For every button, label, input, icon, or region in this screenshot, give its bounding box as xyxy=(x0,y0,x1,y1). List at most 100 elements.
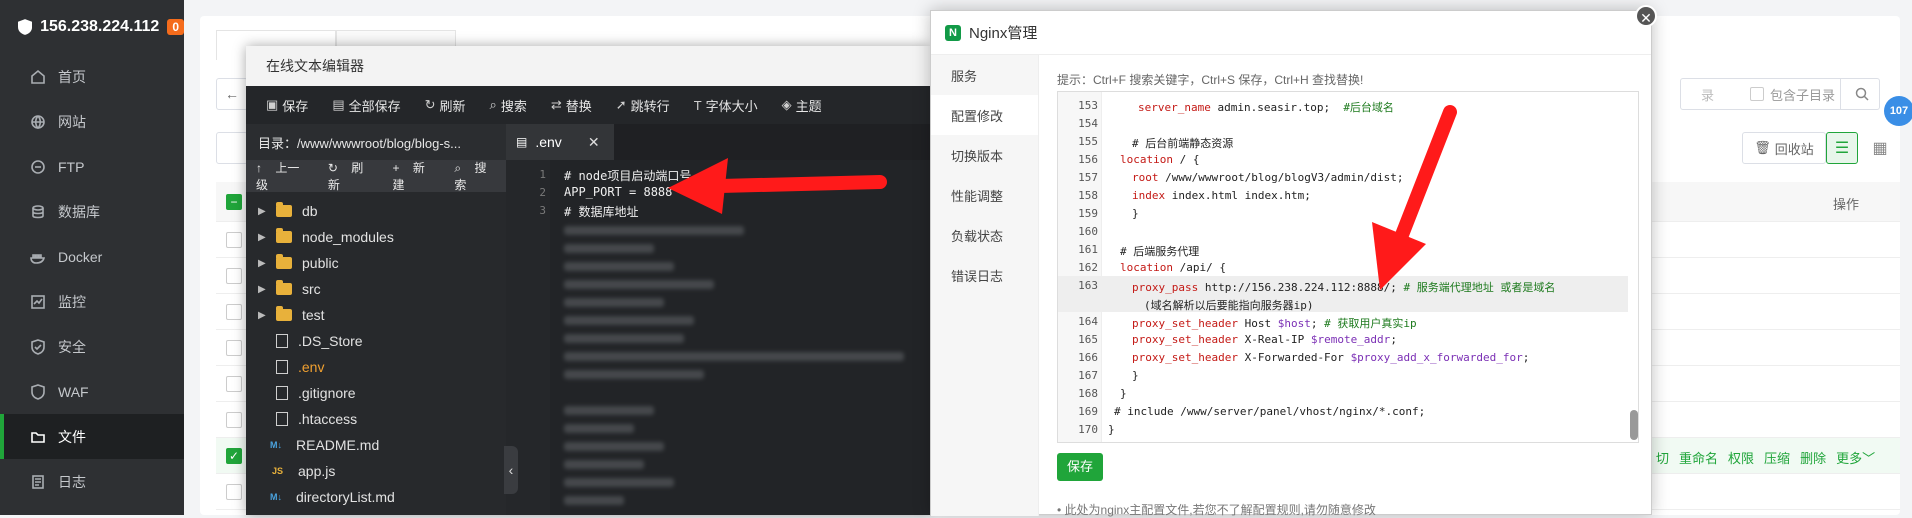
save-button[interactable]: ▣ 保存 xyxy=(266,96,308,115)
code-line: 168} xyxy=(1078,387,1127,400)
tree-search-button[interactable]: ⌕ 搜索 xyxy=(454,159,500,193)
row-checkbox[interactable] xyxy=(226,484,242,500)
row-checkbox[interactable] xyxy=(226,340,242,356)
cut-action[interactable]: 切 xyxy=(1656,448,1669,467)
folder-icon xyxy=(276,280,292,295)
blurred-code xyxy=(564,460,644,469)
sidebar-item-docker[interactable]: Docker xyxy=(0,234,184,279)
close-icon[interactable]: ✕ xyxy=(588,134,600,151)
trash-icon: 🗑 xyxy=(1754,140,1771,155)
file-icon xyxy=(276,334,288,348)
tree-folder-test[interactable]: ▶ test xyxy=(246,302,506,328)
tree-folder-node-modules[interactable]: ▶ node_modules xyxy=(246,224,506,250)
theme-icon: ◈ xyxy=(781,97,792,112)
tree-new-button[interactable]: + 新建 xyxy=(393,159,439,193)
tree-file-readme[interactable]: M↓ README.md xyxy=(246,432,506,458)
code-editor[interactable]: 1 # node项目启动端口号 2 APP_PORT = 8888 3 # 数据库地址 xyxy=(506,160,930,515)
replace-button[interactable]: ⇄ 替换 xyxy=(551,96,592,115)
menu-config[interactable]: 配置修改 xyxy=(931,95,1038,135)
sidebar-item-logs[interactable]: 日志 xyxy=(0,459,184,504)
menu-load-status[interactable]: 负载状态 xyxy=(931,215,1038,255)
tree-file-htaccess[interactable]: .htaccess xyxy=(246,406,506,432)
menu-switch-version[interactable]: 切换版本 xyxy=(931,135,1038,175)
tree-file-app-js[interactable]: JS app.js xyxy=(246,458,506,484)
save-all-button[interactable]: ▤ 全部保存 xyxy=(332,96,400,115)
sidebar-item-security[interactable]: 安全 xyxy=(0,324,184,369)
refresh-icon: ↻ xyxy=(424,97,436,112)
close-icon[interactable]: ✕ xyxy=(1635,5,1657,27)
code-line: 159} xyxy=(1078,207,1139,220)
theme-button[interactable]: ◈ 主题 xyxy=(782,96,822,115)
upload-button[interactable] xyxy=(216,132,248,164)
sidebar-item-home[interactable]: 首页 xyxy=(0,54,184,99)
blurred-code xyxy=(564,226,744,235)
back-button[interactable]: ← xyxy=(216,78,248,110)
sidebar: 156.238.224.112 0 首页 网站 FTP 数据库 Docker 监… xyxy=(0,0,184,515)
tree-file-ds-store[interactable]: .DS_Store xyxy=(246,328,506,354)
tree-folder-db[interactable]: ▶ db xyxy=(246,198,506,224)
row-checkbox[interactable]: ✓ xyxy=(226,448,242,464)
tree-folder-public[interactable]: ▶ public xyxy=(246,250,506,276)
rename-action[interactable]: 重命名 xyxy=(1679,448,1718,467)
parent-dir-button[interactable]: ↑ 上一级 xyxy=(256,159,312,193)
code-line: 169 # include /www/server/panel/vhost/ngi… xyxy=(1078,405,1426,418)
scrollbar-thumb[interactable] xyxy=(1630,410,1638,440)
caret-right-icon: ▶ xyxy=(258,309,266,321)
delete-action[interactable]: 删除 xyxy=(1800,448,1826,467)
recycle-bin-button[interactable]: 🗑 回收站 xyxy=(1742,132,1826,164)
docker-icon xyxy=(30,253,46,264)
ops-column-header: 操作 xyxy=(1833,197,1860,212)
font-size-button[interactable]: T 字体大小 xyxy=(694,96,758,115)
nginx-logo-icon: N xyxy=(945,24,961,41)
menu-error-log[interactable]: 错误日志 xyxy=(931,255,1038,295)
sidebar-item-ftp[interactable]: FTP xyxy=(0,144,184,189)
sidebar-item-files[interactable]: 文件 xyxy=(0,414,184,459)
list-view-button[interactable]: ☰ xyxy=(1826,132,1858,164)
code-line: 161 # 后端服务代理 xyxy=(1078,243,1200,258)
goto-line-button[interactable]: ➚ 跳转行 xyxy=(616,96,670,115)
more-action[interactable]: 更多﹀ xyxy=(1836,448,1875,467)
panel-logo-icon xyxy=(18,19,33,35)
row-checkbox[interactable] xyxy=(226,412,242,428)
include-subdir-checkbox[interactable] xyxy=(1750,87,1765,101)
menu-performance[interactable]: 性能调整 xyxy=(931,175,1038,215)
blurred-code xyxy=(564,424,634,433)
row-checkbox[interactable] xyxy=(226,232,242,248)
list-icon: ☰ xyxy=(1834,140,1850,157)
shield-icon xyxy=(31,338,45,355)
caret-right-icon: ▶ xyxy=(258,205,266,217)
sidebar-item-website[interactable]: 网站 xyxy=(0,99,184,144)
tab-env[interactable]: ▤ .env ✕ xyxy=(506,124,614,160)
select-all-checkbox[interactable]: − xyxy=(226,194,242,210)
search-button[interactable]: ⌕ 搜索 xyxy=(490,96,527,115)
alert-badge[interactable]: 0 xyxy=(167,19,184,35)
menu-service[interactable]: 服务 xyxy=(931,55,1038,95)
markdown-icon: M↓ xyxy=(270,492,282,502)
search-icon: ⌕ xyxy=(489,97,497,112)
sidebar-item-monitor[interactable]: 监控 xyxy=(0,279,184,324)
notification-bubble[interactable]: 107 xyxy=(1884,96,1912,126)
code-line: 1 # node项目启动端口号 xyxy=(539,168,692,183)
code-line: 165 proxy_set_header X-Real-IP $remote_ad… xyxy=(1078,333,1397,346)
collapse-tree-button[interactable]: ‹ xyxy=(504,446,518,494)
row-checkbox[interactable] xyxy=(226,268,242,284)
grid-view-button[interactable]: ▦ xyxy=(1864,132,1896,164)
tree-file-directorylist[interactable]: M↓ directoryList.md xyxy=(246,484,506,510)
sidebar-item-waf[interactable]: WAF xyxy=(0,369,184,414)
row-checkbox[interactable] xyxy=(226,304,242,320)
permission-action[interactable]: 权限 xyxy=(1728,448,1754,467)
tree-file-env[interactable]: .env xyxy=(246,354,506,380)
row-checkbox[interactable] xyxy=(226,376,242,392)
tree-folder-src[interactable]: ▶ src xyxy=(246,276,506,302)
tree-refresh-button[interactable]: ↻ 刷新 xyxy=(328,159,377,193)
sidebar-item-database[interactable]: 数据库 xyxy=(0,189,184,234)
refresh-button[interactable]: ↻ 刷新 xyxy=(425,96,466,115)
compress-action[interactable]: 压缩 xyxy=(1764,448,1790,467)
search-button[interactable] xyxy=(1840,78,1882,110)
tree-file-gitignore[interactable]: .gitignore xyxy=(246,380,506,406)
blurred-code xyxy=(564,496,624,505)
nginx-config-editor[interactable]: 153 server_name admin.seasir.top; #后台域名 1… xyxy=(1057,91,1639,443)
save-config-button[interactable]: 保存 xyxy=(1057,453,1103,481)
database-icon xyxy=(32,204,44,218)
code-line: 153 server_name admin.seasir.top; #后台域名 xyxy=(1078,99,1394,114)
